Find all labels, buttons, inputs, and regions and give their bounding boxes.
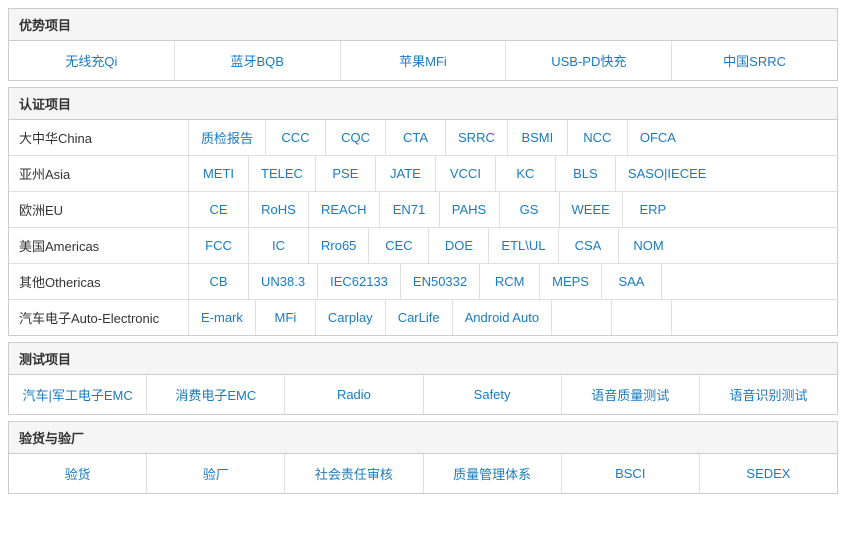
cert-row-label: 亚州Asia [9, 156, 189, 191]
advantage-item[interactable]: 无线充Qi [9, 41, 175, 80]
cert-cell[interactable]: CarLife [386, 300, 453, 335]
cert-cell: - [612, 300, 672, 335]
cert-cell[interactable]: IC [249, 228, 309, 263]
certification-header: 认证项目 [9, 88, 837, 120]
cert-cell: - [672, 300, 732, 335]
cert-cell[interactable]: VCCI [436, 156, 496, 191]
cert-cell[interactable]: Rro65 [309, 228, 369, 263]
cert-cell[interactable]: 质检报告 [189, 120, 266, 155]
cert-row-cells: METITELECPSEJATEVCCIKCBLSSASO|IECEE [189, 156, 837, 191]
cert-cell[interactable]: SAA [602, 264, 662, 299]
cert-cell[interactable]: CSA [559, 228, 619, 263]
advantage-item[interactable]: 中国SRRC [672, 41, 837, 80]
cert-row-cells: CBUN38.3IEC62133EN50332RCMMEPSSAA- [189, 264, 837, 299]
cert-row: 欧洲EUCERoHSREACHEN71PAHSGSWEEEERP [9, 192, 837, 228]
inspection-item[interactable]: BSCI [562, 454, 700, 493]
advantage-item[interactable]: 蓝牙BQB [175, 41, 341, 80]
inspection-item[interactable]: SEDEX [700, 454, 837, 493]
certification-section: 认证项目 大中华China质检报告CCCCQCCTASRRCBSMINCCOFC… [8, 87, 838, 336]
advantage-item[interactable]: USB-PD快充 [506, 41, 672, 80]
cert-cell[interactable]: FCC [189, 228, 249, 263]
cert-cell[interactable]: SRRC [446, 120, 508, 155]
cert-cell[interactable]: GS [500, 192, 560, 227]
certification-rows: 大中华China质检报告CCCCQCCTASRRCBSMINCCOFCA亚州As… [9, 120, 837, 335]
cert-cell[interactable]: NOM [619, 228, 679, 263]
cert-cell[interactable]: TELEC [249, 156, 316, 191]
cert-cell[interactable]: MEPS [540, 264, 602, 299]
cert-cell[interactable]: SASO|IECEE [616, 156, 719, 191]
cert-cell[interactable]: JATE [376, 156, 436, 191]
cert-row: 大中华China质检报告CCCCQCCTASRRCBSMINCCOFCA [9, 120, 837, 156]
cert-row-label: 大中华China [9, 120, 189, 155]
cert-cell[interactable]: METI [189, 156, 249, 191]
cert-cell[interactable]: CE [189, 192, 249, 227]
inspection-section: 验货与验厂 验货验厂社会责任审核质量管理体系BSCISEDEX [8, 421, 838, 494]
cert-cell[interactable]: CQC [326, 120, 386, 155]
cert-cell[interactable]: CTA [386, 120, 446, 155]
testing-header: 测试项目 [9, 343, 837, 375]
cert-row: 美国AmericasFCCICRro65CECDOEETL\ULCSANOM [9, 228, 837, 264]
cert-cell: - [662, 264, 722, 299]
inspection-item[interactable]: 质量管理体系 [424, 454, 562, 493]
advantage-header: 优势项目 [9, 9, 837, 41]
cert-cell[interactable]: RoHS [249, 192, 309, 227]
testing-section: 测试项目 汽车|军工电子EMC消费电子EMCRadioSafety语音质量测试语… [8, 342, 838, 415]
main-container: 优势项目 无线充Qi蓝牙BQB苹果MFiUSB-PD快充中国SRRC 认证项目 … [0, 0, 846, 502]
cert-cell[interactable]: EN50332 [401, 264, 480, 299]
cert-cell[interactable]: WEEE [560, 192, 623, 227]
cert-cell: - [552, 300, 612, 335]
cert-cell[interactable]: MFi [256, 300, 316, 335]
cert-cell[interactable]: ETL\UL [489, 228, 558, 263]
inspection-header: 验货与验厂 [9, 422, 837, 454]
cert-cell[interactable]: KC [496, 156, 556, 191]
cert-row-label: 汽车电子Auto-Electronic [9, 300, 189, 335]
cert-cell[interactable]: Android Auto [453, 300, 552, 335]
testing-item[interactable]: 消费电子EMC [147, 375, 285, 414]
cert-cell[interactable]: EN71 [380, 192, 440, 227]
cert-row-label: 美国Americas [9, 228, 189, 263]
advantage-section: 优势项目 无线充Qi蓝牙BQB苹果MFiUSB-PD快充中国SRRC [8, 8, 838, 81]
cert-cell[interactable]: CCC [266, 120, 326, 155]
inspection-item[interactable]: 验厂 [147, 454, 285, 493]
cert-cell[interactable]: E-mark [189, 300, 256, 335]
cert-cell[interactable]: PSE [316, 156, 376, 191]
cert-cell[interactable]: BLS [556, 156, 616, 191]
cert-cell[interactable]: BSMI [508, 120, 568, 155]
inspection-item[interactable]: 社会责任审核 [285, 454, 423, 493]
cert-row-label: 欧洲EU [9, 192, 189, 227]
cert-row-label: 其他Othericas [9, 264, 189, 299]
testing-item[interactable]: 语音识别测试 [700, 375, 837, 414]
cert-cell[interactable]: IEC62133 [318, 264, 401, 299]
cert-row-cells: CERoHSREACHEN71PAHSGSWEEEERP [189, 192, 837, 227]
cert-cell[interactable]: CB [189, 264, 249, 299]
cert-row: 其他OthericasCBUN38.3IEC62133EN50332RCMMEP… [9, 264, 837, 300]
cert-cell[interactable]: OFCA [628, 120, 688, 155]
cert-cell[interactable]: UN38.3 [249, 264, 318, 299]
testing-row: 汽车|军工电子EMC消费电子EMCRadioSafety语音质量测试语音识别测试 [9, 375, 837, 414]
testing-item[interactable]: 语音质量测试 [562, 375, 700, 414]
cert-cell[interactable]: Carplay [316, 300, 386, 335]
inspection-item[interactable]: 验货 [9, 454, 147, 493]
cert-row: 亚州AsiaMETITELECPSEJATEVCCIKCBLSSASO|IECE… [9, 156, 837, 192]
advantage-item[interactable]: 苹果MFi [341, 41, 507, 80]
testing-item[interactable]: 汽车|军工电子EMC [9, 375, 147, 414]
cert-row-cells: E-markMFiCarplayCarLifeAndroid Auto--- [189, 300, 837, 335]
testing-item[interactable]: Radio [285, 375, 423, 414]
inspection-row: 验货验厂社会责任审核质量管理体系BSCISEDEX [9, 454, 837, 493]
cert-cell[interactable]: RCM [480, 264, 540, 299]
cert-cell[interactable]: DOE [429, 228, 489, 263]
cert-row: 汽车电子Auto-ElectronicE-markMFiCarplayCarLi… [9, 300, 837, 335]
cert-cell[interactable]: ERP [623, 192, 683, 227]
cert-row-cells: 质检报告CCCCQCCTASRRCBSMINCCOFCA [189, 120, 837, 155]
cert-cell[interactable]: CEC [369, 228, 429, 263]
advantage-row: 无线充Qi蓝牙BQB苹果MFiUSB-PD快充中国SRRC [9, 41, 837, 80]
cert-cell[interactable]: NCC [568, 120, 628, 155]
testing-item[interactable]: Safety [424, 375, 562, 414]
cert-row-cells: FCCICRro65CECDOEETL\ULCSANOM [189, 228, 837, 263]
cert-cell[interactable]: REACH [309, 192, 380, 227]
cert-cell[interactable]: PAHS [440, 192, 500, 227]
